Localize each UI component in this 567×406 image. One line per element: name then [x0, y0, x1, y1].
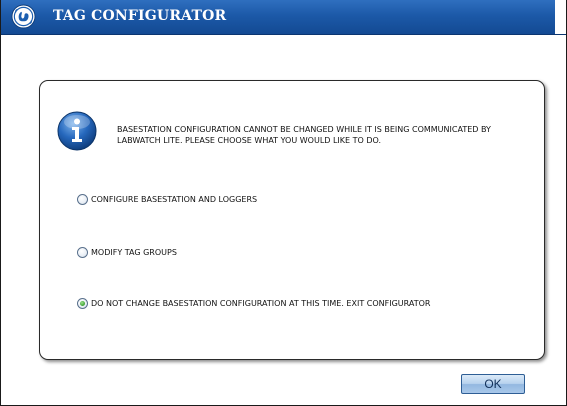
title-bar[interactable]: TAG CONFIGURATOR [1, 0, 566, 35]
info-icon [57, 111, 97, 151]
dialog-message: BASESTATION CONFIGURATION CANNOT BE CHAN… [117, 125, 491, 145]
ok-button[interactable]: OK [461, 374, 525, 394]
radio-modify-tag-groups[interactable] [77, 247, 88, 258]
option-label: DO NOT CHANGE BASESTATION CONFIGURATION … [91, 299, 431, 308]
option-label: MODIFY TAG GROUPS [91, 248, 177, 257]
option-modify-tag-groups[interactable]: MODIFY TAG GROUPS [77, 247, 451, 258]
option-configure-basestation[interactable]: CONFIGURE BASESTATION AND LOGGERS [77, 194, 451, 205]
titlebar-edge [555, 0, 566, 34]
tag-configurator-window: TAG CONFIGURATOR BASESTATION CONFIGURATI… [0, 0, 567, 406]
radio-configure-basestation[interactable] [77, 194, 88, 205]
option-exit-configurator[interactable]: DO NOT CHANGE BASESTATION CONFIGURATION … [77, 298, 451, 309]
ge-logo-icon [11, 4, 36, 29]
window-title: TAG CONFIGURATOR [53, 8, 227, 24]
option-label: CONFIGURE BASESTATION AND LOGGERS [91, 195, 258, 204]
radio-exit-configurator[interactable] [77, 298, 88, 309]
dialog-panel: BASESTATION CONFIGURATION CANNOT BE CHAN… [39, 80, 545, 360]
